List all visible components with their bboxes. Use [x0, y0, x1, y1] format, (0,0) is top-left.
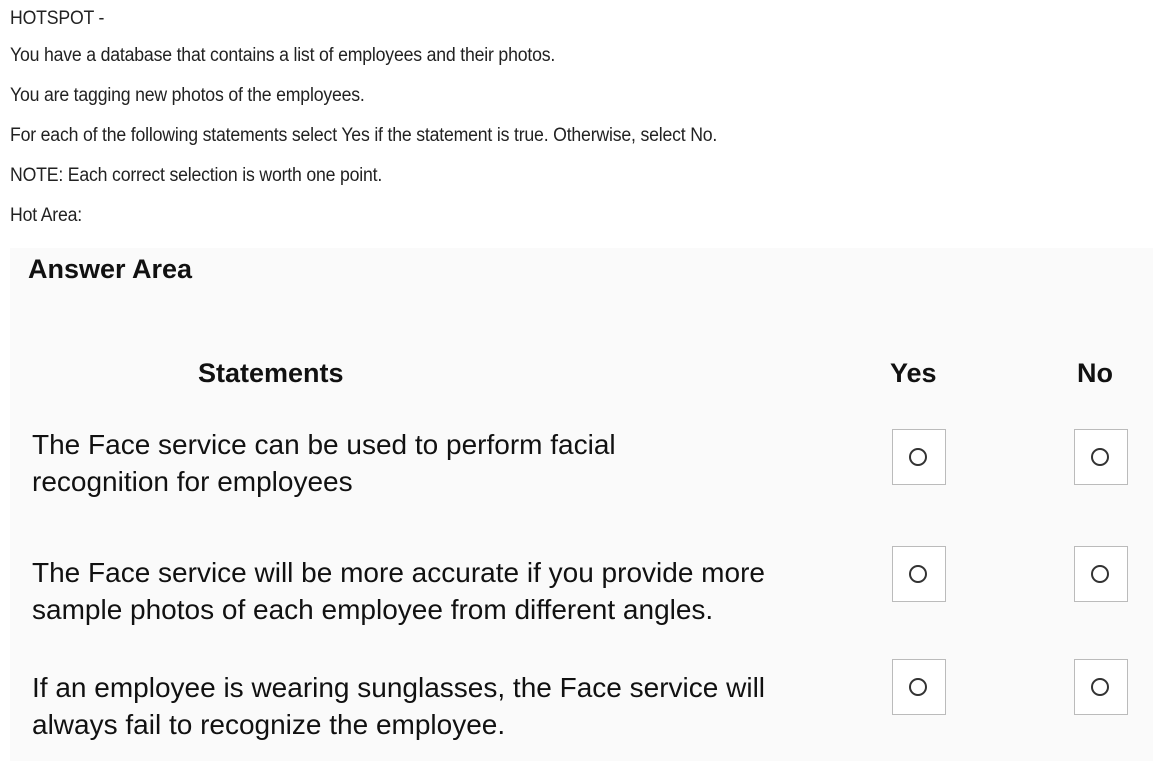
radio-no-1[interactable] — [1074, 429, 1128, 485]
radio-circle-icon — [909, 678, 927, 696]
statements-header: Statements — [198, 358, 344, 388]
statement-2: The Face service will be more accurate i… — [32, 557, 765, 625]
question-note: NOTE: Each correct selection is worth on… — [10, 165, 383, 186]
question-line: For each of the following statements sel… — [10, 125, 718, 146]
question-type: HOTSPOT - — [10, 8, 105, 29]
radio-no-2[interactable] — [1074, 546, 1128, 602]
yes-header: Yes — [890, 358, 937, 388]
radio-yes-3[interactable] — [892, 659, 946, 715]
radio-circle-icon — [1091, 678, 1109, 696]
radio-circle-icon — [909, 565, 927, 583]
radio-circle-icon — [1091, 565, 1109, 583]
answer-area-title: Answer Area — [28, 254, 193, 284]
radio-circle-icon — [909, 448, 927, 466]
radio-yes-2[interactable] — [892, 546, 946, 602]
radio-no-3[interactable] — [1074, 659, 1128, 715]
statement-1: The Face service can be used to perform … — [32, 429, 616, 497]
no-header: No — [1077, 358, 1113, 388]
question-line: You have a database that contains a list… — [10, 45, 556, 66]
question-line: You are tagging new photos of the employ… — [10, 85, 365, 106]
statement-3: If an employee is wearing sunglasses, th… — [32, 672, 766, 740]
hot-area-label: Hot Area: — [10, 205, 83, 226]
radio-circle-icon — [1091, 448, 1109, 466]
radio-yes-1[interactable] — [892, 429, 946, 485]
